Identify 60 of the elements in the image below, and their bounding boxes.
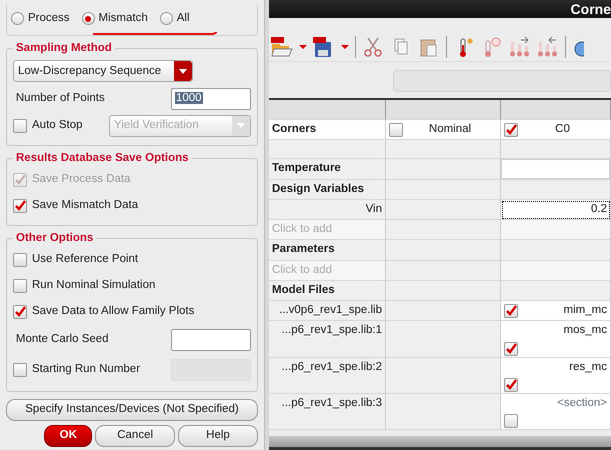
field-label: Monte Carlo Seed	[14, 332, 109, 348]
checkbox[interactable]	[13, 252, 27, 267]
checkbox[interactable]	[13, 118, 27, 133]
section-label: Parameters	[269, 240, 386, 260]
method-dropdown[interactable]: Low-Discrepancy Sequence	[13, 60, 193, 82]
checkbox[interactable]	[389, 122, 403, 137]
variable-name: Vin	[269, 200, 386, 220]
section-placeholder[interactable]: <section>	[557, 394, 607, 412]
window-title: Corne	[570, 0, 611, 18]
checkbox-label[interactable]: Save Data to Allow Family Plots	[32, 303, 194, 320]
seed-field[interactable]	[171, 328, 251, 351]
checkbox[interactable]	[504, 342, 518, 356]
thermometers-arrow-icon[interactable]	[537, 36, 559, 58]
caret-icon	[237, 123, 245, 128]
scissors-icon[interactable]	[362, 36, 384, 58]
section-label: Temperature	[269, 159, 386, 180]
checkbox[interactable]	[13, 304, 27, 319]
model-file-name: ...p6_rev1_spe.lib:1	[269, 321, 386, 358]
section-name: mim_mc	[564, 303, 607, 318]
checkbox-label[interactable]: Use Reference Point	[32, 251, 138, 268]
corner-name: Nominal	[428, 122, 472, 137]
checkbox[interactable]	[13, 198, 27, 213]
points-field[interactable]: 1000	[171, 88, 251, 110]
radio-button[interactable]	[11, 12, 24, 26]
radio-label[interactable]: Mismatch	[98, 10, 148, 28]
radio-button[interactable]	[160, 12, 173, 26]
caret-icon	[179, 68, 187, 74]
section-name: mos_mc	[564, 323, 607, 338]
radio-button[interactable]	[82, 12, 95, 26]
corner-name: C0	[554, 122, 571, 137]
section-name: res_mc	[569, 360, 607, 374]
checkbox[interactable]	[504, 414, 518, 428]
field-label: Number of Points	[14, 91, 105, 106]
checkbox-label[interactable]: Save Mismatch Data	[32, 197, 138, 214]
checkbox-label[interactable]: Run Nominal Simulation	[32, 277, 156, 294]
dialog-button[interactable]: OK	[44, 424, 92, 447]
value-field[interactable]	[501, 159, 611, 180]
checkbox[interactable]	[504, 304, 518, 318]
checkbox[interactable]	[13, 362, 27, 377]
dialog-button[interactable]: Cancel	[95, 424, 176, 447]
checkbox-label[interactable]: Starting Run Number	[32, 361, 140, 378]
scrollbar[interactable]	[269, 436, 611, 450]
checkbox[interactable]	[13, 278, 27, 293]
value-field[interactable]: 0.2	[501, 200, 611, 220]
radio-label[interactable]: All	[176, 10, 190, 28]
row-label: Corners	[269, 120, 386, 140]
section-label: Design Variables	[269, 180, 386, 200]
checkbox[interactable]	[504, 378, 518, 392]
specify-button[interactable]: Specify Instances/Devices (Not Specified)	[6, 398, 258, 421]
folder-icon[interactable]	[271, 36, 293, 58]
filter-field[interactable]	[393, 70, 611, 92]
model-file-name: ...p6_rev1_spe.lib:3	[269, 394, 386, 430]
section-label: Model Files	[269, 280, 386, 301]
checkbox[interactable]	[504, 122, 518, 137]
model-file-name: ...p6_rev1_spe.lib:2	[269, 358, 386, 394]
dialog-button[interactable]: Help	[178, 424, 258, 447]
thermometers-arrow-icon[interactable]	[509, 36, 531, 58]
radio-label[interactable]: Process	[28, 10, 70, 28]
model-file-name: ...v0p6_rev1_spe.lib	[269, 301, 386, 322]
checkbox-label[interactable]: Auto Stop	[32, 117, 83, 134]
